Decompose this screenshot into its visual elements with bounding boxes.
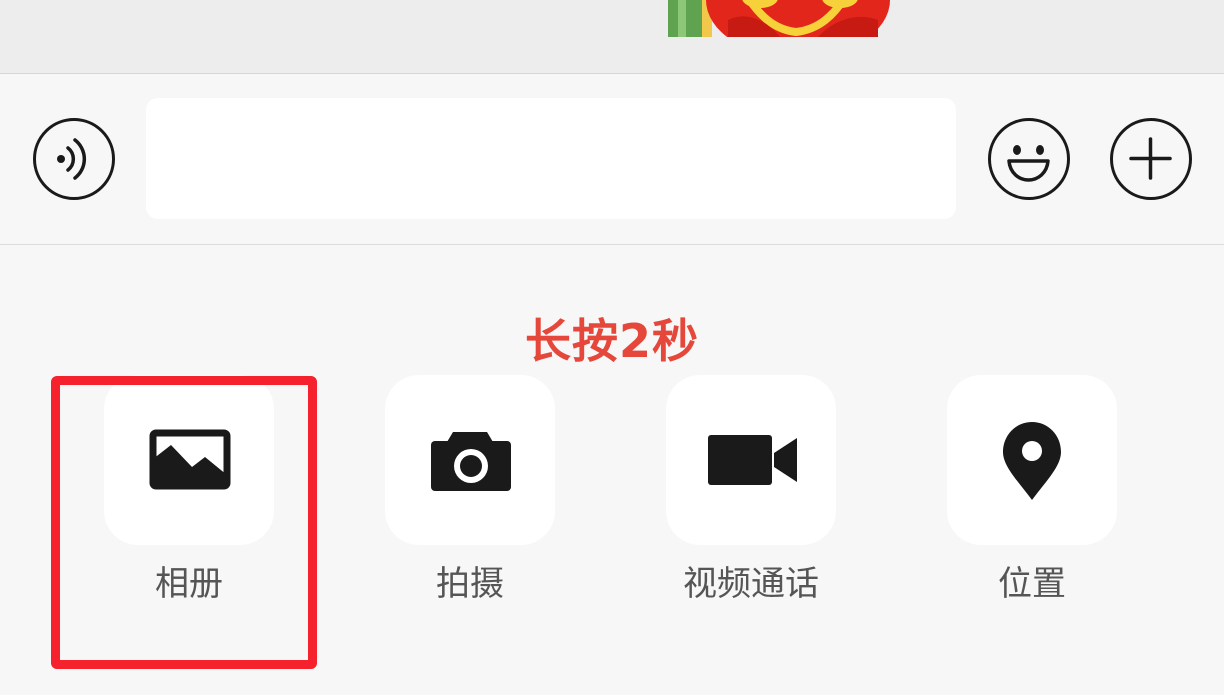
location-pin-icon: [1003, 422, 1061, 500]
action-label: 相册: [155, 564, 223, 604]
smiley-icon: [1007, 145, 1050, 182]
video-call-icon: [708, 435, 797, 485]
action-tile[interactable]: [385, 375, 555, 545]
voice-input-button[interactable]: [33, 118, 115, 200]
action-photo-album[interactable]: 相册: [104, 375, 274, 605]
chat-input-bar: [0, 74, 1224, 245]
action-label: 视频通话: [683, 564, 819, 604]
chat-history-area: [0, 0, 1224, 74]
sticker-image[interactable]: [668, 0, 924, 37]
message-input[interactable]: [146, 98, 956, 219]
more-functions-button[interactable]: [1110, 118, 1192, 200]
action-tile[interactable]: [666, 375, 836, 545]
action-label: 位置: [998, 564, 1066, 604]
photo-album-icon: [149, 429, 231, 490]
action-location[interactable]: 位置: [947, 375, 1117, 605]
voice-wave-icon: [57, 138, 87, 180]
action-camera[interactable]: 拍摄: [385, 375, 555, 605]
action-video-call[interactable]: 视频通话: [666, 375, 836, 605]
action-tile[interactable]: [104, 375, 274, 545]
function-panel: 长按2秒 相册 拍摄 视频通话 位置: [0, 245, 1224, 695]
sticker-graphic: [668, 0, 924, 37]
action-label: 拍摄: [436, 564, 504, 604]
action-tile[interactable]: [947, 375, 1117, 545]
long-press-hint: 长按2秒: [524, 314, 699, 368]
camera-icon: [431, 432, 511, 491]
emoji-button[interactable]: [988, 118, 1070, 200]
plus-icon: [1129, 137, 1172, 180]
